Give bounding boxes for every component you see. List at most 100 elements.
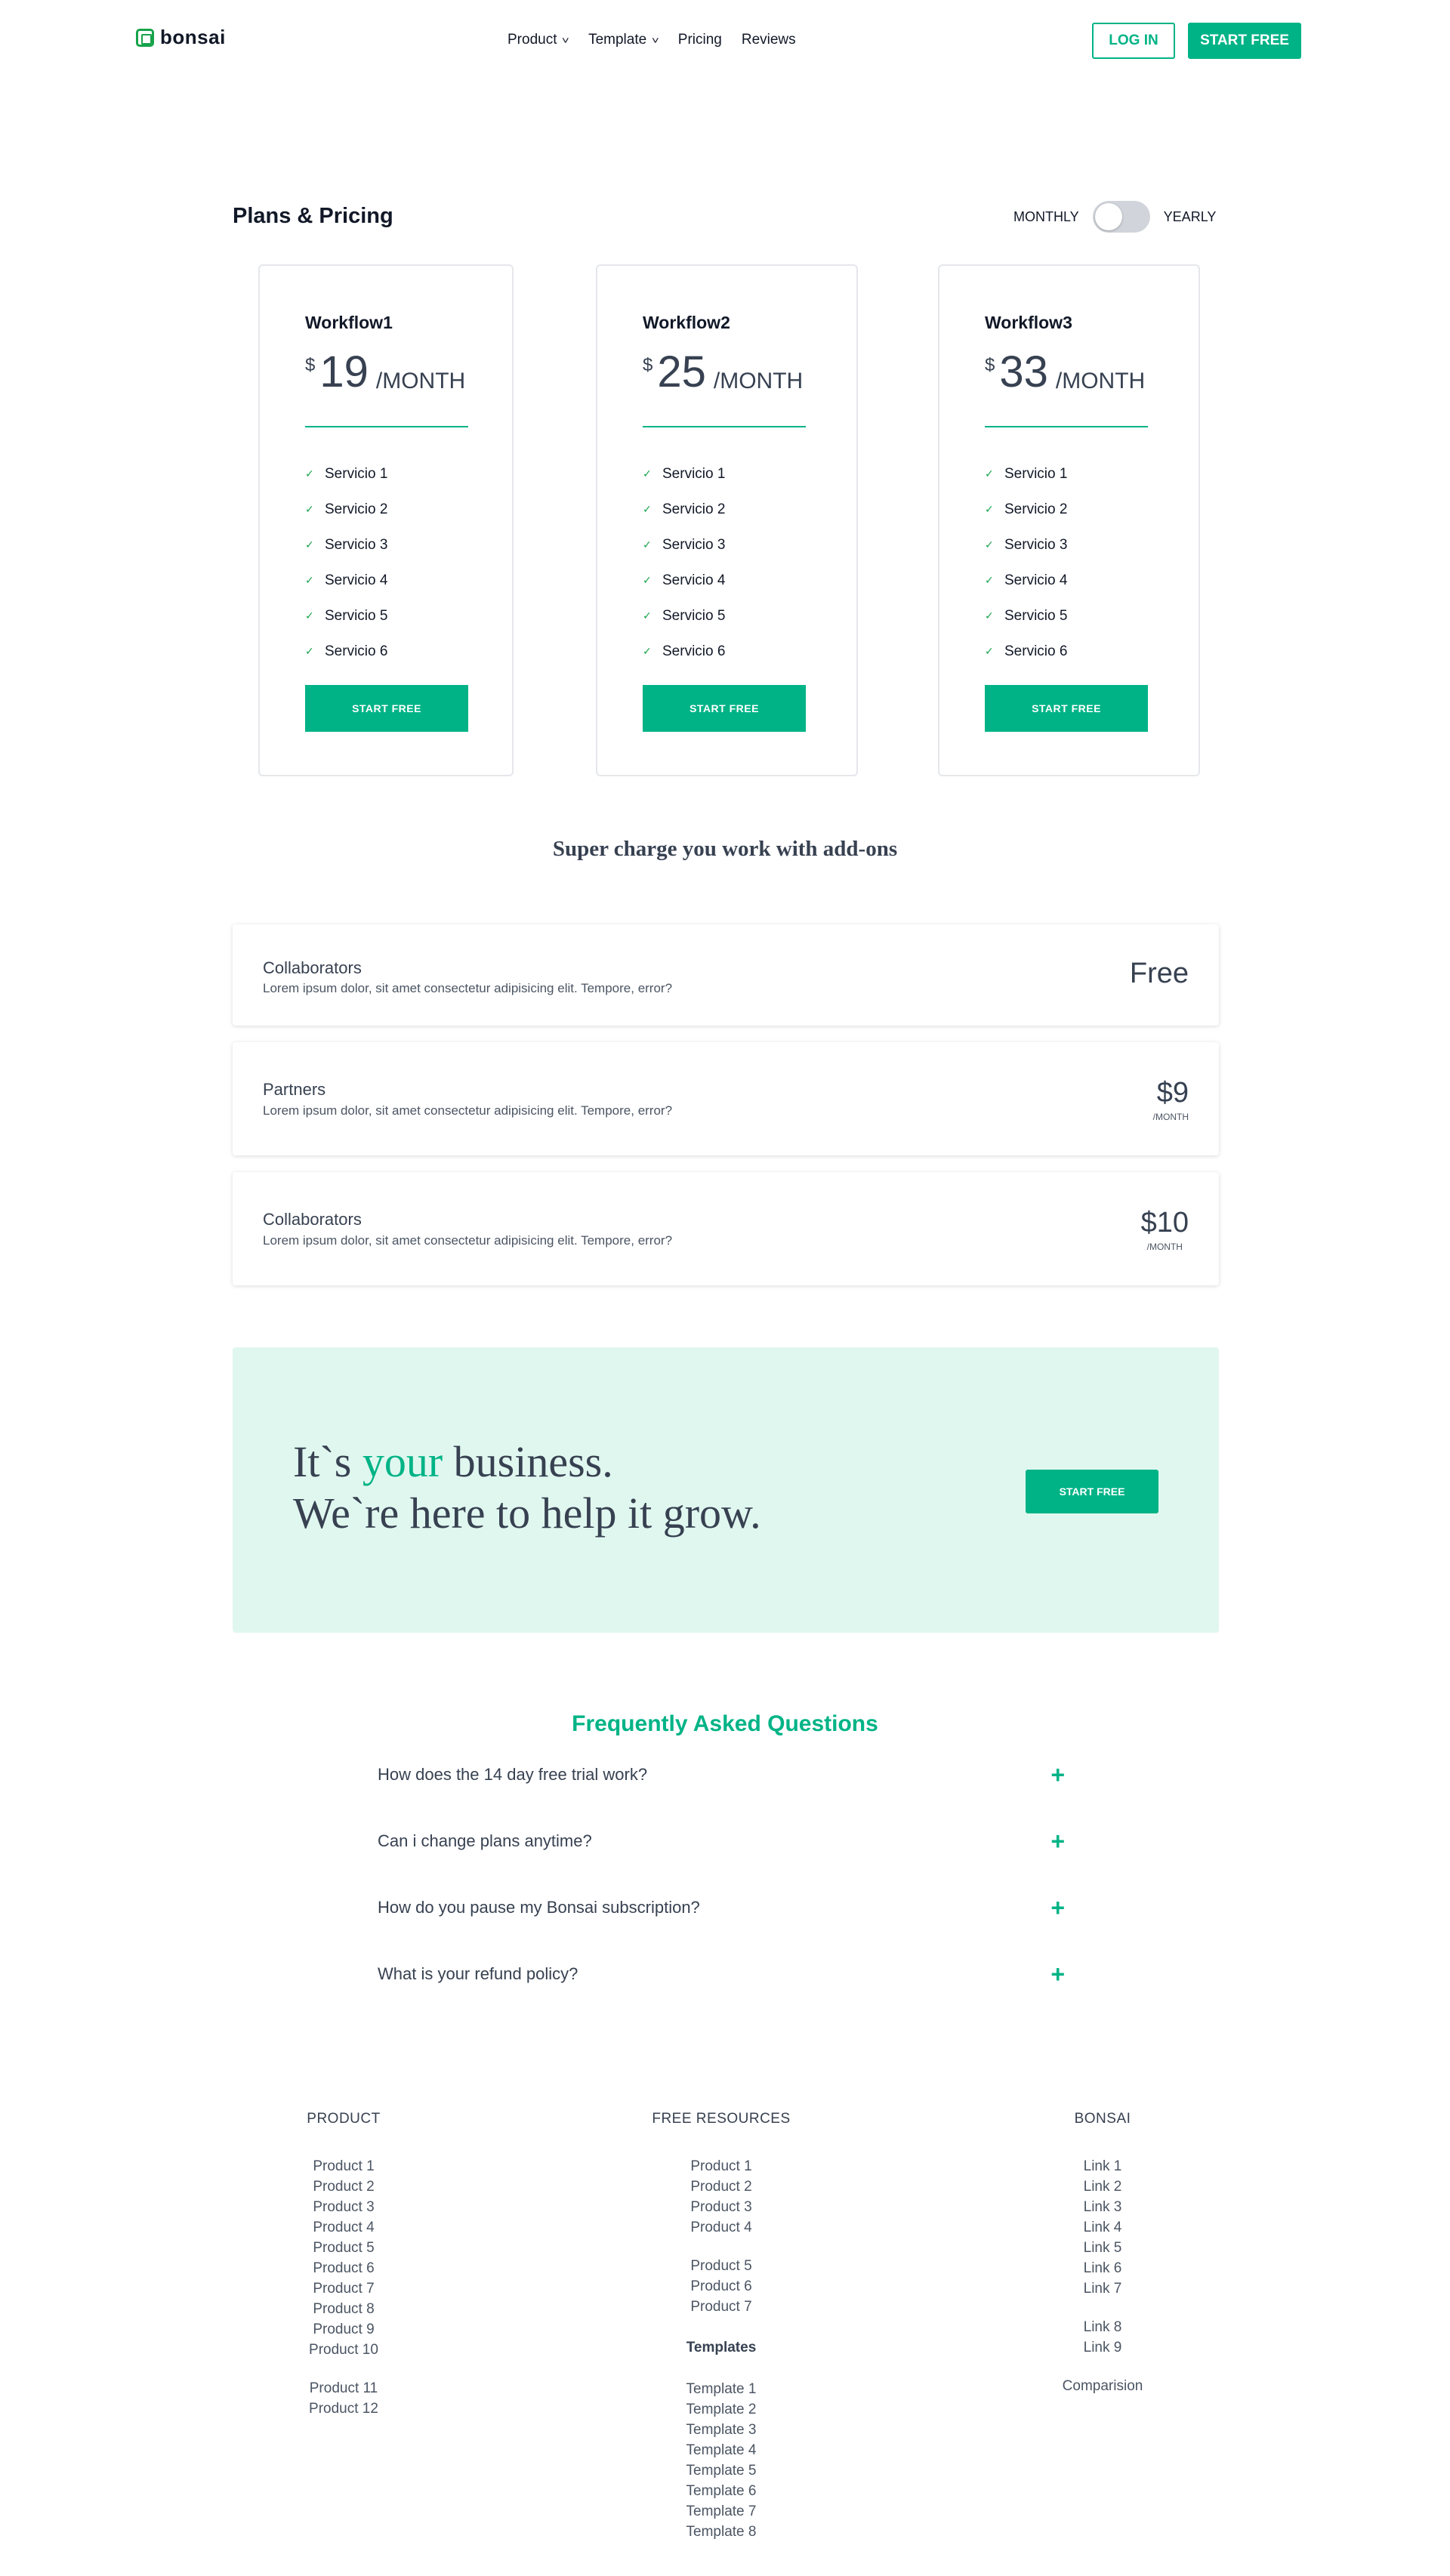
check-icon: ✓	[643, 467, 652, 480]
check-icon: ✓	[985, 574, 994, 586]
addon-price-amount: Free	[1129, 958, 1189, 989]
feature-label: Servicio 2	[325, 501, 388, 517]
footer-links: Link 8 Link 9	[1027, 2317, 1178, 2358]
footer-link[interactable]: Product 12	[287, 2399, 400, 2419]
feature-item: ✓ Servicio 6	[985, 634, 1067, 669]
check-icon: ✓	[305, 467, 314, 480]
templates-heading: Templates	[686, 2340, 757, 2355]
faq-title: Frequently Asked Questions	[572, 1711, 878, 1736]
footer-link[interactable]: Product 1	[287, 2156, 400, 2176]
footer-link[interactable]: Product 5	[627, 2256, 816, 2276]
footer-link-comparision[interactable]: Comparision	[1027, 2376, 1178, 2396]
footer-link[interactable]: Product 11	[287, 2378, 400, 2399]
footer-link[interactable]: Product 1	[627, 2156, 816, 2176]
faq-item[interactable]: Can i change plans anytime? +	[378, 1826, 1072, 1856]
footer-link[interactable]: Product 9	[287, 2319, 400, 2340]
footer-link[interactable]: Template 1	[627, 2379, 816, 2399]
footer-links: Product 11 Product 12	[287, 2378, 400, 2419]
top-navbar: bonsai Product ˅ Template ˅ Pricing Revi…	[0, 0, 1450, 82]
start-free-button[interactable]: START FREE	[1188, 23, 1301, 59]
feature-label: Servicio 3	[662, 536, 726, 553]
nav-pricing[interactable]: Pricing	[678, 32, 722, 48]
feature-label: Servicio 6	[325, 643, 388, 659]
footer-link[interactable]: Product 8	[287, 2299, 400, 2319]
footer-link[interactable]: Product 7	[627, 2297, 816, 2317]
feature-label: Servicio 6	[1004, 643, 1068, 659]
footer-link[interactable]: Product 6	[627, 2276, 816, 2297]
footer-link[interactable]: Product 2	[287, 2176, 400, 2197]
footer-link[interactable]: Link 1	[1027, 2156, 1178, 2176]
plan-card-workflow2: Workflow2 $ 25 /MONTH ✓ Servicio 1 ✓ Servi…	[596, 264, 858, 776]
plus-icon[interactable]: +	[1050, 1763, 1065, 1787]
footer-links: Template 1 Template 2 Template 3 Template 4…	[627, 2379, 816, 2542]
feature-label: Servicio 2	[662, 501, 726, 517]
footer-link[interactable]: Template 4	[627, 2440, 816, 2460]
faq-item[interactable]: What is your refund policy? +	[378, 1959, 1072, 1989]
footer-link[interactable]: Product 6	[287, 2258, 400, 2278]
footer-link[interactable]: Link 3	[1027, 2197, 1178, 2217]
feature-item: ✓ Servicio 5	[985, 598, 1067, 634]
footer-link[interactable]: Product 4	[627, 2217, 816, 2238]
footer-link[interactable]: Product 10	[287, 2340, 400, 2360]
addon-price-amount: $10	[1140, 1207, 1189, 1239]
feature-item: ✓ Servicio 6	[305, 634, 387, 669]
faq-item[interactable]: How do you pause my Bonsai subscription?…	[378, 1893, 1072, 1923]
footer-link[interactable]: Product 4	[287, 2217, 400, 2238]
check-icon: ✓	[643, 538, 652, 551]
bonsai-logo-icon	[136, 28, 154, 47]
footer-link[interactable]: Template 5	[627, 2460, 816, 2481]
billing-toggle[interactable]	[1092, 201, 1150, 233]
cta-start-free-button[interactable]: START FREE	[1026, 1470, 1158, 1513]
plan-card-workflow1: Workflow1 $ 19 /MONTH ✓ Servicio 1 ✓ Servi…	[258, 264, 514, 776]
addon-price-amount: $9	[1156, 1077, 1189, 1109]
footer-link[interactable]: Link 4	[1027, 2217, 1178, 2238]
nav-product[interactable]: Product ˅	[508, 32, 569, 48]
footer-link[interactable]: Link 9	[1027, 2337, 1178, 2358]
faq-question: How do you pause my Bonsai subscription?	[378, 1898, 700, 1917]
login-button[interactable]: LOG IN	[1092, 23, 1175, 59]
check-icon: ✓	[305, 574, 314, 586]
nav-reviews[interactable]: Reviews	[742, 32, 796, 48]
chevron-down-icon: ˅	[652, 34, 659, 46]
addon-description: Lorem ipsum dolor, sit amet consectetur …	[263, 1233, 673, 1248]
feature-item: ✓ Servicio 6	[643, 634, 725, 669]
footer-link[interactable]: Product 2	[627, 2176, 816, 2197]
footer-link[interactable]: Link 7	[1027, 2278, 1178, 2299]
feature-item: ✓ Servicio 3	[643, 527, 725, 563]
nav-template[interactable]: Template ˅	[588, 32, 659, 48]
plan-start-free-button[interactable]: START FREE	[985, 685, 1148, 732]
plans-title: Plans & Pricing	[233, 204, 393, 228]
footer-link[interactable]: Product 3	[627, 2197, 816, 2217]
feature-item: ✓ Servicio 2	[985, 492, 1067, 527]
footer-link[interactable]: Template 6	[627, 2481, 816, 2501]
feature-label: Servicio 3	[1004, 536, 1068, 553]
footer-link[interactable]: Template 3	[627, 2420, 816, 2440]
footer-link[interactable]: Template 8	[627, 2522, 816, 2542]
faq-item[interactable]: How does the 14 day free trial work? +	[378, 1760, 1072, 1790]
footer-link[interactable]: Template 2	[627, 2399, 816, 2420]
footer-link[interactable]: Link 6	[1027, 2258, 1178, 2278]
plan-start-free-button[interactable]: START FREE	[305, 685, 468, 732]
bonsai-logo[interactable]: bonsai	[136, 26, 226, 49]
feature-label: Servicio 3	[325, 536, 388, 553]
check-icon: ✓	[305, 538, 314, 551]
footer-link[interactable]: Template 7	[627, 2501, 816, 2522]
footer-link[interactable]: Link 2	[1027, 2176, 1178, 2197]
footer-link[interactable]: Product 3	[287, 2197, 400, 2217]
feature-list: ✓ Servicio 1 ✓ Servicio 2 ✓ Servicio 3 ✓ Ser…	[985, 456, 1067, 669]
footer-link[interactable]: Link 8	[1027, 2317, 1178, 2337]
footer-link[interactable]: Product 7	[287, 2278, 400, 2299]
plus-icon[interactable]: +	[1050, 1962, 1065, 1986]
plus-icon[interactable]: +	[1050, 1829, 1065, 1853]
addon-name: Partners	[263, 1080, 326, 1099]
cta-line-1: It`s your business.	[293, 1436, 761, 1488]
price-currency: $	[643, 355, 653, 375]
footer-link[interactable]: Product 5	[287, 2238, 400, 2258]
plan-start-free-button[interactable]: START FREE	[643, 685, 806, 732]
footer-link[interactable]: Link 5	[1027, 2238, 1178, 2258]
price-amount: 19	[319, 347, 369, 396]
feature-label: Servicio 4	[1004, 572, 1068, 588]
plus-icon[interactable]: +	[1050, 1896, 1065, 1920]
